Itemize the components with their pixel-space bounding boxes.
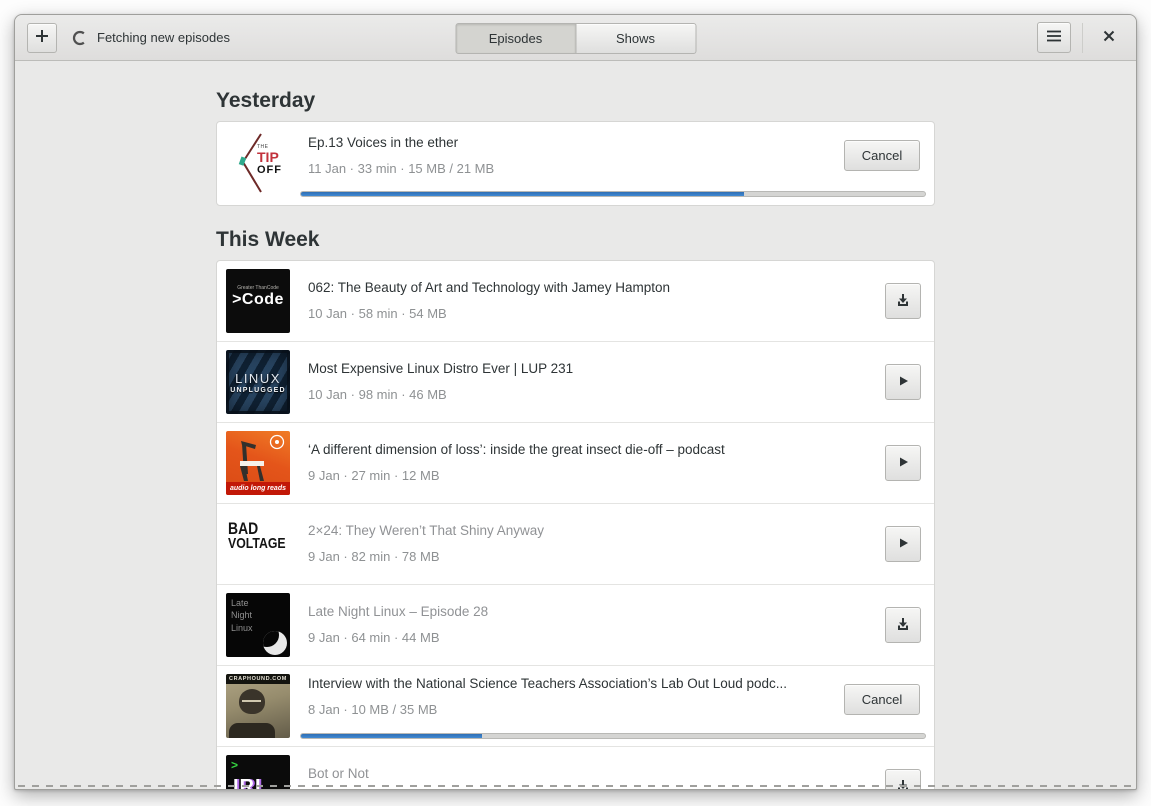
scroll-undershoot-indicator <box>18 785 1133 787</box>
podcast-artwork-late-night-linux: Late Night Linux <box>226 593 290 658</box>
episode-meta: 9 Jan · 27 min · 12 MB <box>308 468 440 484</box>
episodes-view: Yesterday THE TIP OFF Ep.13 Voices in th… <box>15 61 1136 789</box>
header-right-controls <box>1037 22 1124 53</box>
episode-meta: 8 Jan · 10 MB / 35 MB <box>308 702 438 718</box>
spinner-icon <box>72 30 88 46</box>
download-progress-bar <box>300 733 926 740</box>
headerbar: Fetching new episodes Episodes Shows <box>15 15 1136 61</box>
download-progress-fill <box>301 734 482 739</box>
episode-title: Interview with the National Science Teac… <box>308 676 788 692</box>
podcast-artwork-linux-unplugged: LINUX UNPLUGGED <box>226 350 290 415</box>
podcast-artwork-audio-long-reads: audio long reads <box>226 431 290 496</box>
download-button[interactable] <box>885 607 921 644</box>
podcast-artwork-bad-voltage: BAD VOLTAGE <box>226 512 290 577</box>
plus-icon <box>34 28 50 47</box>
episode-meta: 11 Jan · 33 min · 15 MB / 21 MB <box>308 161 495 177</box>
podcast-artwork-the-tip-off: THE TIP OFF <box>230 131 294 196</box>
add-podcast-button[interactable] <box>27 22 57 53</box>
menu-button[interactable] <box>1037 22 1071 53</box>
episode-row[interactable]: Greater ThanCode >Code 062: The Beauty o… <box>217 261 934 343</box>
episode-meta: 10 Jan · 98 min · 46 MB <box>308 387 447 403</box>
irl-chevron-graphic: > <box>231 758 239 773</box>
tab-episodes[interactable]: Episodes <box>455 23 576 54</box>
download-button[interactable] <box>885 283 921 320</box>
header-separator <box>1082 22 1083 53</box>
this-week-card: Greater ThanCode >Code 062: The Beauty o… <box>216 260 935 789</box>
episode-title: ‘A different dimension of loss’: inside … <box>308 442 725 458</box>
download-icon <box>895 616 911 635</box>
episode-row[interactable]: CRAPHOUND.COM Interview with the Nationa… <box>217 666 934 748</box>
episode-title: 2×24: They Weren’t That Shiny Anyway <box>308 523 545 539</box>
episode-row[interactable]: audio long reads ‘A different dimension … <box>217 423 934 505</box>
download-progress-bar <box>300 191 926 198</box>
close-icon <box>1102 29 1116 46</box>
episode-title: Bot or Not <box>308 766 369 782</box>
section-heading-this-week: This Week <box>216 228 320 252</box>
cancel-download-button[interactable]: Cancel <box>844 140 920 172</box>
cancel-download-button[interactable]: Cancel <box>844 684 920 716</box>
episode-meta: 9 Jan · 64 min · 44 MB <box>308 630 440 646</box>
play-button[interactable] <box>885 364 921 401</box>
episode-title: Most Expensive Linux Distro Ever | LUP 2… <box>308 361 574 377</box>
play-icon <box>895 454 911 473</box>
episode-meta: 10 Jan · 58 min · 54 MB <box>308 306 447 322</box>
episode-meta: 9 Jan · 82 min · 78 MB <box>308 549 440 565</box>
episode-title: Late Night Linux – Episode 28 <box>308 604 489 620</box>
section-heading-yesterday: Yesterday <box>216 89 316 112</box>
play-icon <box>895 373 911 392</box>
play-button[interactable] <box>885 445 921 482</box>
status-text: Fetching new episodes <box>97 30 230 45</box>
hamburger-icon <box>1046 29 1062 46</box>
podcast-artwork-irl: > IRL <box>226 755 290 789</box>
download-icon <box>895 778 911 789</box>
episode-row[interactable]: Late Night Linux Late Night Linux – Epis… <box>217 585 934 667</box>
download-icon <box>895 292 911 311</box>
episodes-column: Yesterday THE TIP OFF Ep.13 Voices in th… <box>216 89 935 789</box>
podcast-artwork-greater-than-code: Greater ThanCode >Code <box>226 269 290 334</box>
play-button[interactable] <box>885 526 921 563</box>
episode-row[interactable]: THE TIP OFF Ep.13 Voices in the ether 11… <box>217 122 934 205</box>
crescent-moon-graphic <box>263 631 287 656</box>
play-icon <box>895 535 911 554</box>
view-switcher: Episodes Shows <box>455 23 696 54</box>
episode-title: Ep.13 Voices in the ether <box>308 135 459 151</box>
episode-title: 062: The Beauty of Art and Technology wi… <box>308 280 670 296</box>
close-button[interactable] <box>1094 23 1124 53</box>
yesterday-card: THE TIP OFF Ep.13 Voices in the ether 11… <box>216 121 935 207</box>
download-progress-fill <box>301 192 745 197</box>
episode-row[interactable]: > IRL Bot or Not <box>217 747 934 789</box>
episode-row[interactable]: LINUX UNPLUGGED Most Expensive Linux Dis… <box>217 342 934 424</box>
desktop-background: Fetching new episodes Episodes Shows Yes… <box>0 0 1151 806</box>
podcast-artwork-craphound: CRAPHOUND.COM <box>226 674 290 739</box>
tab-shows[interactable]: Shows <box>575 23 696 54</box>
episode-row[interactable]: BAD VOLTAGE 2×24: They Weren’t That Shin… <box>217 504 934 586</box>
podcasts-app-window: Fetching new episodes Episodes Shows Yes… <box>14 14 1137 790</box>
